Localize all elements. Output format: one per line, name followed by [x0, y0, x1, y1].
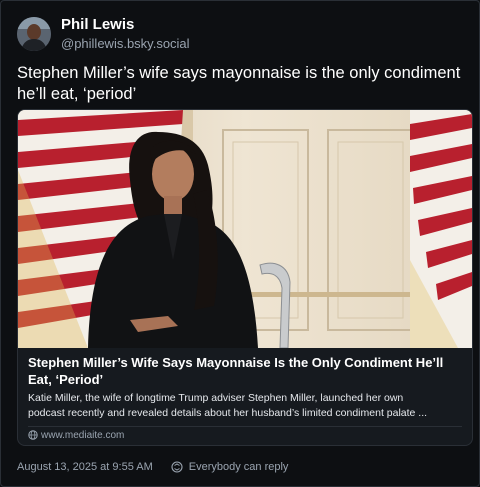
link-card-divider: [28, 426, 462, 427]
link-card-description-line1: Katie Miller, the wife of longtime Trump…: [28, 392, 404, 404]
author-display-name[interactable]: Phil Lewis: [61, 16, 134, 33]
link-card-title: Stephen Miller’s Wife Says Mayonnaise Is…: [28, 355, 444, 387]
reply-setting-icon: [171, 461, 183, 473]
avatar-image: [17, 17, 51, 51]
link-card-thumbnail: [18, 110, 472, 348]
author-handle[interactable]: @phillewis.bsky.social: [61, 36, 190, 51]
author-avatar[interactable]: [17, 17, 51, 51]
post-timestamp[interactable]: August 13, 2025 at 9:55 AM: [17, 461, 153, 473]
post-text: Stephen Miller’s wife says mayonnaise is…: [17, 64, 461, 103]
link-card-domain: www.mediaite.com: [41, 429, 125, 441]
post: Phil Lewis @phillewis.bsky.social Stephe…: [0, 0, 480, 487]
link-card-description: Katie Miller, the wife of longtime Trump…: [28, 391, 468, 421]
link-card-description-line2: podcast recently and revealed details ab…: [28, 407, 428, 419]
post-footer: August 13, 2025 at 9:55 AM Everybody can…: [17, 459, 288, 475]
link-card-domain-row: www.mediaite.com: [28, 428, 124, 442]
link-card[interactable]: Stephen Miller’s Wife Says Mayonnaise Is…: [17, 109, 473, 446]
reply-setting-label[interactable]: Everybody can reply: [189, 461, 289, 473]
globe-icon: [28, 430, 38, 440]
